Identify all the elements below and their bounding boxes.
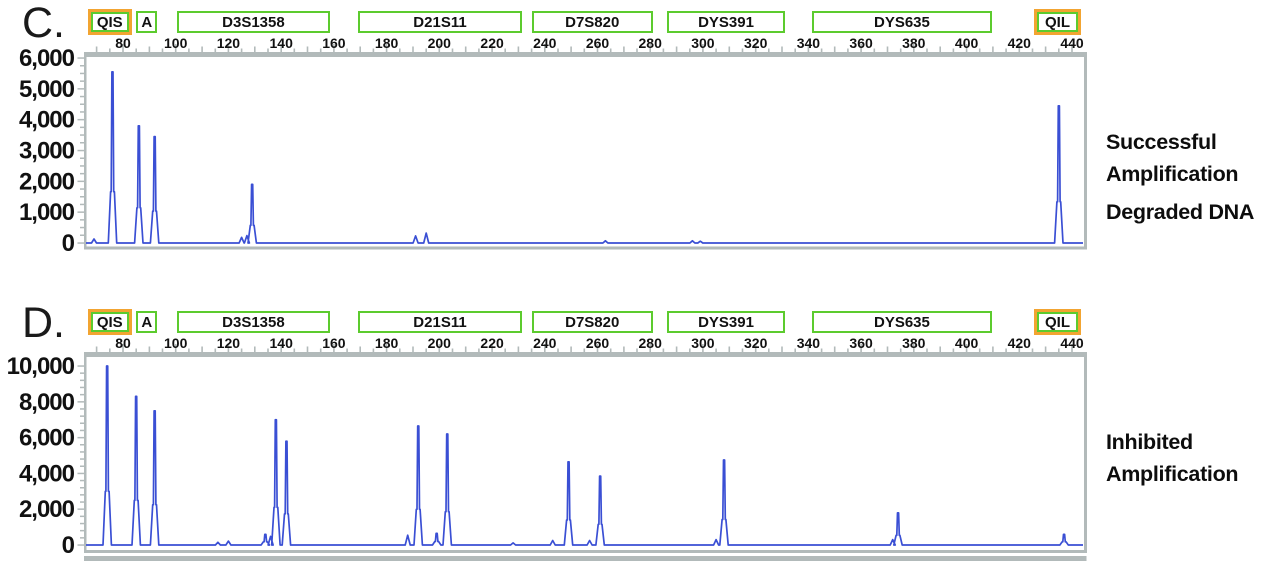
y-tick-label: 10,000 — [7, 353, 75, 380]
panel-d: 8010012014016018020022024026028030032034… — [0, 300, 1280, 561]
figure: 8010012014016018020022024026028030032034… — [0, 0, 1280, 561]
marker-box-d21s11: D21S11 — [358, 11, 523, 33]
marker-label: QIS — [97, 14, 123, 31]
marker-box-a: A — [136, 311, 157, 333]
marker-label: DYS391 — [698, 314, 754, 331]
marker-label: D7S820 — [565, 314, 619, 331]
marker-box-d7s820: D7S820 — [532, 11, 653, 33]
marker-label: D3S1358 — [222, 314, 285, 331]
y-axis: 10,000 8,000 6,000 4,000 2,000 0 — [7, 353, 84, 559]
marker-label: QIL — [1045, 14, 1070, 31]
marker-label: DYS391 — [698, 14, 754, 31]
caption-inhibited-amplification: Inhibited Amplification — [1106, 426, 1278, 490]
marker-box-dys635: DYS635 — [812, 311, 991, 333]
plot-frame — [84, 352, 1087, 561]
marker-box-d21s11: D21S11 — [358, 311, 523, 333]
marker-label: QIL — [1045, 314, 1070, 331]
signal-trace — [86, 366, 1083, 545]
marker-box-qil: QIL — [1034, 9, 1080, 35]
plot-frame — [84, 52, 1087, 250]
caption-line: Amplification — [1106, 458, 1278, 490]
y-tick-label: 3,000 — [19, 138, 75, 165]
marker-label: D3S1358 — [222, 14, 285, 31]
marker-label: DYS635 — [874, 14, 930, 31]
marker-box-a: A — [136, 11, 157, 33]
marker-row-d: QIS A D3S1358 D21S11 D7S820 DYS391 DYS635 QIL — [0, 300, 1280, 340]
marker-label: D21S11 — [413, 14, 466, 31]
marker-box-qis: QIS — [88, 309, 132, 335]
caption-line: Degraded DNA — [1106, 196, 1278, 228]
signal-trace — [86, 72, 1083, 243]
marker-box-qis: QIS — [88, 9, 132, 35]
marker-box-d3s1358: D3S1358 — [177, 11, 330, 33]
marker-box-d7s820: D7S820 — [532, 311, 653, 333]
y-axis: 6,000 5,000 4,000 3,000 2,000 1,000 0 — [19, 45, 84, 257]
marker-label: D7S820 — [565, 14, 619, 31]
y-tick-label: 8,000 — [19, 389, 75, 416]
marker-label: A — [141, 314, 152, 331]
caption-line: Inhibited — [1106, 426, 1278, 458]
marker-box-d3s1358: D3S1358 — [177, 311, 330, 333]
y-tick-label: 0 — [62, 532, 75, 559]
marker-box-qil: QIL — [1034, 309, 1080, 335]
caption-successful-amplification: Successful Amplification — [1106, 126, 1278, 190]
caption-degraded-dna: Degraded DNA — [1106, 196, 1278, 228]
y-tick-label: 4,000 — [19, 460, 75, 487]
marker-label: QIS — [97, 314, 123, 331]
marker-label: DYS635 — [874, 314, 930, 331]
electropherogram-c: 8010012014016018020022024026028030032034… — [0, 0, 1280, 270]
y-tick-label: 5,000 — [19, 76, 75, 103]
y-tick-label: 0 — [62, 230, 75, 257]
marker-box-dys391: DYS391 — [667, 311, 784, 333]
next-panel-ruler-strip — [84, 556, 1087, 561]
marker-box-dys391: DYS391 — [667, 11, 784, 33]
y-tick-label: 1,000 — [19, 199, 75, 226]
marker-box-dys635: DYS635 — [812, 11, 991, 33]
caption-line: Amplification — [1106, 158, 1278, 190]
y-tick-label: 2,000 — [19, 168, 75, 195]
y-tick-label: 6,000 — [19, 425, 75, 452]
marker-label: D21S11 — [413, 314, 466, 331]
marker-label: A — [141, 14, 152, 31]
caption-line: Successful — [1106, 126, 1278, 158]
y-tick-label: 6,000 — [19, 45, 75, 72]
panel-c: 8010012014016018020022024026028030032034… — [0, 0, 1280, 270]
y-tick-label: 4,000 — [19, 107, 75, 134]
marker-row-c: QIS A D3S1358 D21S11 D7S820 DYS391 DYS635 QIL — [0, 0, 1280, 40]
y-tick-label: 2,000 — [19, 496, 75, 523]
